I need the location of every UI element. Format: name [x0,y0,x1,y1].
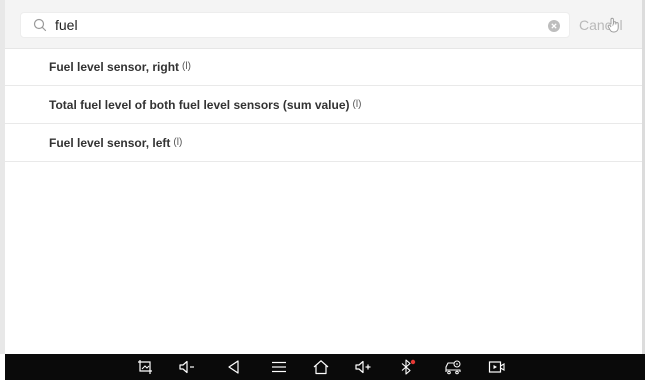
result-name: Fuel level sensor, right [49,59,180,74]
back-icon[interactable] [225,359,243,375]
search-input[interactable] [55,13,525,37]
pointer-cursor-icon [607,17,621,33]
screen-record-icon[interactable] [488,359,506,375]
vehicle-connection-icon[interactable] [444,359,462,375]
result-name: Fuel level sensor, left [49,135,171,150]
result-unit: (l) [173,137,183,148]
screen: Cancel Fuel level sensor, right (l) Tota… [0,0,645,380]
home-icon[interactable] [312,359,330,375]
result-unit: (l) [352,99,362,110]
volume-down-icon[interactable] [178,359,196,375]
list-item[interactable]: Fuel level sensor, right (l) [5,48,642,86]
bluetooth-icon[interactable] [398,359,416,375]
volume-up-icon[interactable] [354,359,372,375]
system-navigation-bar [5,354,645,380]
search-bar: Cancel [5,0,642,49]
clear-icon[interactable] [548,19,560,32]
menu-icon[interactable] [270,359,288,375]
screenshot-icon[interactable] [137,359,155,375]
results-list: Fuel level sensor, right (l) Total fuel … [5,48,642,162]
result-name: Total fuel level of both fuel level sens… [49,97,350,112]
search-box[interactable] [20,12,570,38]
search-icon [33,18,47,32]
result-unit: (l) [182,61,191,72]
list-item[interactable]: Fuel level sensor, left (l) [5,124,642,162]
list-item[interactable]: Total fuel level of both fuel level sens… [5,86,642,124]
